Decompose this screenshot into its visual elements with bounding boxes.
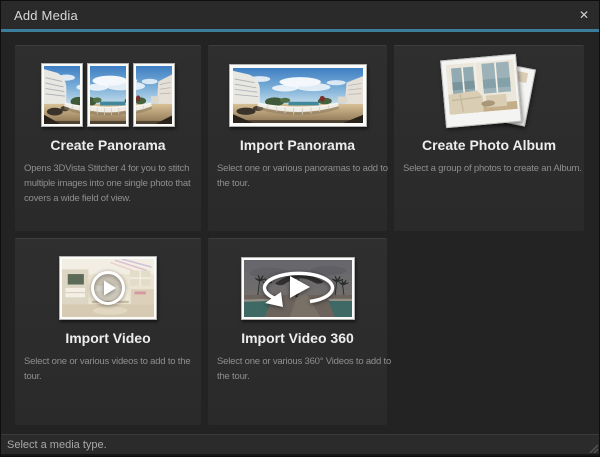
window-bottom-edge: [1, 454, 599, 456]
import-panorama-thumbnail: [208, 46, 387, 132]
add-media-dialog: Add Media ✕ Create Panorama Opens 3DVist…: [0, 0, 600, 457]
title-bar[interactable]: Add Media ✕: [1, 1, 599, 29]
card-create-panorama[interactable]: Create Panorama Opens 3DVista Stitcher 4…: [15, 45, 201, 231]
video-360-photo: [241, 257, 355, 320]
status-text: Select a media type.: [1, 439, 107, 451]
create-panorama-thumbnail: [15, 46, 201, 132]
status-bar: Select a media type.: [1, 434, 599, 454]
panorama-photo: [229, 64, 367, 127]
card-title: Import Video: [65, 329, 150, 347]
card-import-panorama[interactable]: Import Panorama Select one or various pa…: [208, 45, 387, 231]
card-title: Import Panorama: [240, 136, 355, 154]
front-polaroid-photo: [440, 54, 522, 128]
card-description: Select one or various 360° Videos to add…: [208, 354, 387, 384]
create-photo-album-thumbnail: [394, 46, 584, 132]
card-title: Import Video 360: [241, 329, 354, 347]
dialog-title: Add Media: [1, 8, 78, 23]
import-video-thumbnail: [15, 239, 201, 325]
accent-divider: [1, 29, 599, 32]
card-description: Opens 3DVista Stitcher 4 for you to stit…: [15, 161, 201, 206]
import-video-360-thumbnail: [208, 239, 387, 325]
card-description: Select a group of photos to create an Al…: [394, 161, 584, 176]
panorama-strip-1-photo: [41, 63, 83, 127]
panorama-strip-2-photo: [87, 63, 129, 127]
resize-grip-icon[interactable]: [588, 443, 598, 453]
panorama-strip-3-photo: [133, 63, 175, 127]
card-title: Create Panorama: [50, 136, 165, 154]
card-create-photo-album[interactable]: Create Photo Album Select a group of pho…: [394, 45, 584, 231]
video-photo: [59, 256, 157, 320]
card-description: Select one or various videos to add to t…: [15, 354, 201, 384]
card-import-video-360[interactable]: Import Video 360 Select one or various 3…: [208, 238, 387, 425]
card-description: Select one or various panoramas to add t…: [208, 161, 387, 191]
card-import-video[interactable]: Import Video Select one or various video…: [15, 238, 201, 425]
close-icon[interactable]: ✕: [569, 1, 599, 29]
